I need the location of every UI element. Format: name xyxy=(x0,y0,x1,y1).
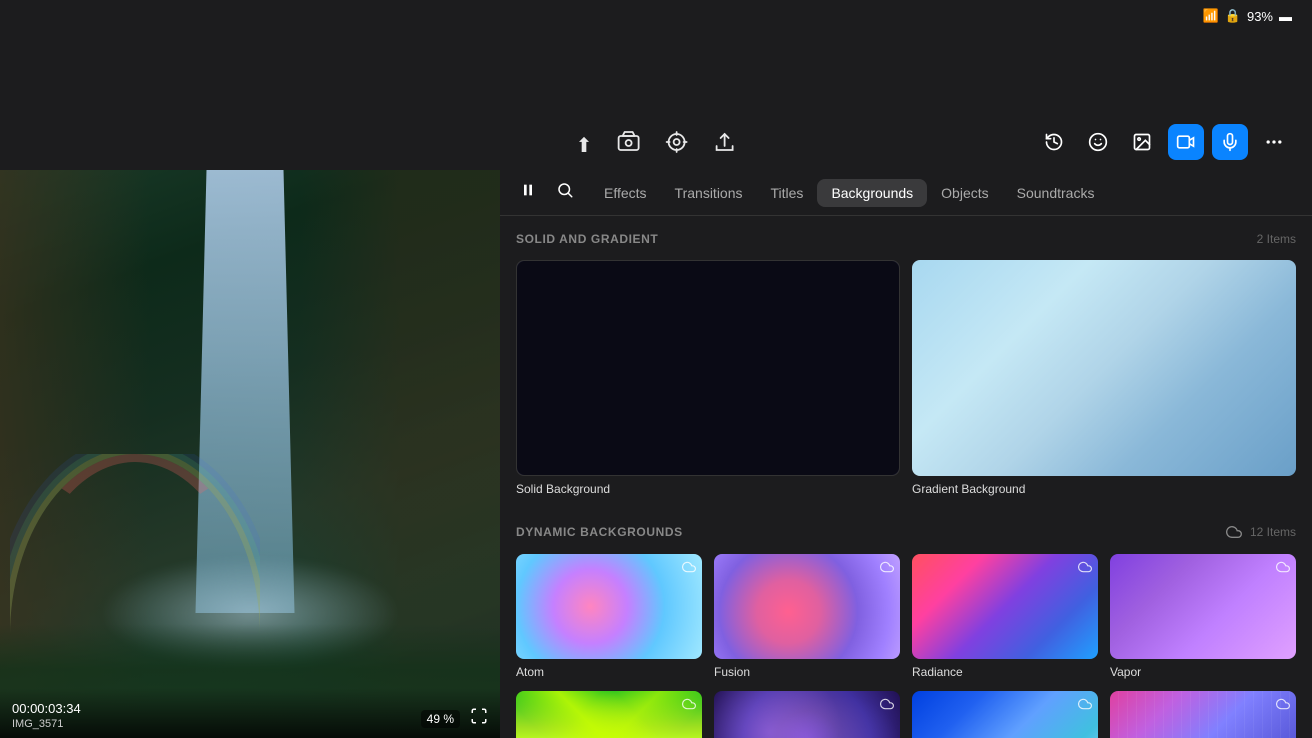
item-prism[interactable]: Prism xyxy=(516,691,702,738)
cloud-overlay-nebula xyxy=(880,697,894,714)
mic-button[interactable] xyxy=(1212,124,1248,160)
battery-icon: ▬ xyxy=(1279,9,1292,24)
zoom-level: 49 % xyxy=(421,710,460,728)
toolbar-center: ⬆ xyxy=(576,130,737,160)
battery-percent: 93% xyxy=(1247,9,1273,24)
thumb-nebula[interactable] xyxy=(714,691,900,738)
thumb-gradient-background[interactable] xyxy=(912,260,1296,476)
lock-icon: 🔒 xyxy=(1225,8,1241,24)
cloud-overlay-aurora1 xyxy=(1078,697,1092,714)
main-content: 00:00:03:34 IMG_3571 49 % xyxy=(0,170,1312,738)
tab-transitions[interactable]: Transitions xyxy=(661,179,757,207)
thumb-radiance[interactable] xyxy=(912,554,1098,659)
cloud-overlay-aurora2 xyxy=(1276,697,1290,714)
item-radiance[interactable]: Radiance xyxy=(912,554,1098,679)
section-dynamic-backgrounds: DYNAMIC BACKGROUNDS 12 Items xyxy=(516,524,1296,738)
panel-content[interactable]: SOLID AND GRADIENT 2 Items Solid Backgro… xyxy=(500,216,1312,738)
top-bar: 📶 🔒 93% ▬ ⬆ xyxy=(0,0,1312,170)
video-panel: 00:00:03:34 IMG_3571 49 % xyxy=(0,170,500,738)
wifi-icon: 📶 xyxy=(1203,8,1219,24)
emoji-button[interactable] xyxy=(1080,124,1116,160)
screen-container: 📶 🔒 93% ▬ ⬆ xyxy=(0,0,1312,738)
thumb-solid-background[interactable] xyxy=(516,260,900,476)
history-button[interactable] xyxy=(1036,124,1072,160)
filename: IMG_3571 xyxy=(12,718,81,730)
section-header-solid: SOLID AND GRADIENT 2 Items xyxy=(516,232,1296,246)
label-solid-background: Solid Background xyxy=(516,482,900,496)
item-vapor[interactable]: Vapor xyxy=(1110,554,1296,679)
thumb-vapor[interactable] xyxy=(1110,554,1296,659)
target-button[interactable] xyxy=(664,130,688,160)
cloud-overlay-radiance xyxy=(1078,560,1092,577)
export-button[interactable]: ⬆ xyxy=(576,133,593,158)
cloud-overlay-fusion xyxy=(880,560,894,577)
thumb-fusion[interactable] xyxy=(714,554,900,659)
pause-button[interactable] xyxy=(512,182,544,203)
item-gradient-background[interactable]: Gradient Background xyxy=(912,260,1296,496)
photo-button[interactable] xyxy=(1124,124,1160,160)
dynamic-grid-row2: Prism Nebula xyxy=(516,691,1296,738)
cloud-overlay-vapor xyxy=(1276,560,1290,577)
timecode: 00:00:03:34 xyxy=(12,701,81,716)
section-title-solid: SOLID AND GRADIENT xyxy=(516,232,658,246)
video-overlay-button[interactable] xyxy=(1168,124,1204,160)
tab-bar: Effects Transitions Titles Backgrounds O… xyxy=(500,170,1312,216)
label-radiance: Radiance xyxy=(912,665,1098,679)
item-nebula[interactable]: Nebula xyxy=(714,691,900,738)
tab-objects[interactable]: Objects xyxy=(927,179,1002,207)
cloud-icon xyxy=(1226,524,1242,540)
toolbar-right xyxy=(1036,124,1292,160)
item-aurora2[interactable]: Aurora 2 xyxy=(1110,691,1296,738)
tab-soundtracks[interactable]: Soundtracks xyxy=(1003,179,1109,207)
section-count-solid: 2 Items xyxy=(1257,232,1296,246)
item-aurora1[interactable]: Aurora 1 xyxy=(912,691,1098,738)
video-background xyxy=(0,170,500,738)
tab-effects[interactable]: Effects xyxy=(590,179,661,207)
section-count-dynamic: 12 Items xyxy=(1226,524,1296,540)
section-header-dynamic: DYNAMIC BACKGROUNDS 12 Items xyxy=(516,524,1296,540)
camera-button[interactable] xyxy=(616,130,640,160)
section-solid-gradient: SOLID AND GRADIENT 2 Items Solid Backgro… xyxy=(516,232,1296,496)
label-fusion: Fusion xyxy=(714,665,900,679)
tab-titles[interactable]: Titles xyxy=(757,179,818,207)
item-solid-background[interactable]: Solid Background xyxy=(516,260,900,496)
search-button[interactable] xyxy=(548,181,582,204)
tab-backgrounds[interactable]: Backgrounds xyxy=(817,179,927,207)
share-button[interactable] xyxy=(712,130,736,160)
label-vapor: Vapor xyxy=(1110,665,1296,679)
more-button[interactable] xyxy=(1256,124,1292,160)
fullscreen-button[interactable] xyxy=(470,707,488,730)
thumb-aurora2[interactable] xyxy=(1110,691,1296,738)
thumb-prism[interactable] xyxy=(516,691,702,738)
item-atom[interactable]: Atom xyxy=(516,554,702,679)
status-bar: 📶 🔒 93% ▬ xyxy=(1203,8,1292,24)
label-gradient-background: Gradient Background xyxy=(912,482,1296,496)
thumb-aurora1[interactable] xyxy=(912,691,1098,738)
cloud-overlay-prism xyxy=(682,697,696,714)
item-fusion[interactable]: Fusion xyxy=(714,554,900,679)
dynamic-grid-row1: Atom Fusion xyxy=(516,554,1296,679)
label-atom: Atom xyxy=(516,665,702,679)
cloud-overlay-atom xyxy=(682,560,696,577)
section-title-dynamic: DYNAMIC BACKGROUNDS xyxy=(516,525,683,539)
thumb-atom[interactable] xyxy=(516,554,702,659)
video-overlay-bar: 00:00:03:34 IMG_3571 49 % xyxy=(0,688,500,738)
solid-gradient-grid: Solid Background Gradient Background xyxy=(516,260,1296,496)
effects-panel: Effects Transitions Titles Backgrounds O… xyxy=(500,170,1312,738)
